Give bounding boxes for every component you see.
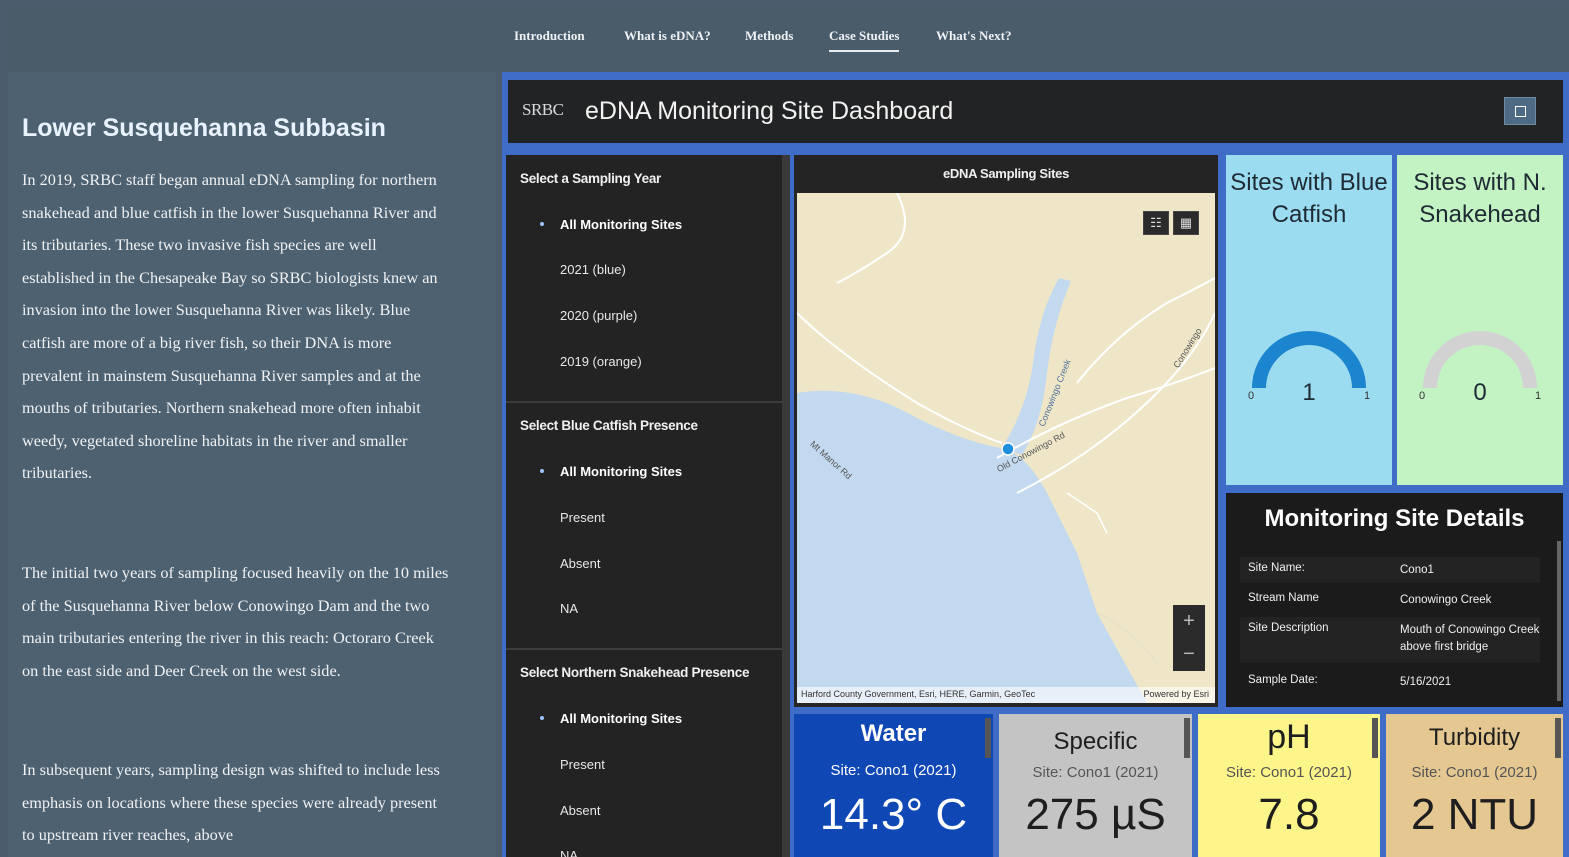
gauge-chart: 0 1 0 bbox=[1419, 331, 1541, 406]
story-paragraph-2: The initial two years of sampling focuse… bbox=[22, 563, 449, 680]
details-title: Monitoring Site Details bbox=[1264, 505, 1525, 532]
tile-value: 275 µS bbox=[1025, 790, 1166, 839]
selected-bullet-icon bbox=[540, 469, 544, 473]
site-details-panel: Monitoring Site Details Site Name: Cono1… bbox=[1226, 493, 1563, 707]
tile-site: Site: Cono1 (2021) bbox=[1032, 764, 1159, 781]
selected-bullet-icon bbox=[540, 222, 544, 226]
nav-methods[interactable]: Methods bbox=[745, 28, 793, 44]
expand-icon bbox=[1514, 105, 1526, 117]
ph-tile: pH Site: Cono1 (2021) 7.8 bbox=[1198, 714, 1380, 857]
detail-label: Site Name: bbox=[1248, 562, 1305, 574]
tile-site: Site: Cono1 (2021) bbox=[830, 762, 957, 779]
turbidity-tile: Turbidity Site: Cono1 (2021) 2 NTU bbox=[1386, 714, 1563, 857]
tile-title: Turbidity bbox=[1428, 724, 1521, 751]
tile-value: 14.3° C bbox=[819, 790, 968, 839]
nav-what-is-edna[interactable]: What is eDNA? bbox=[624, 28, 711, 44]
grid-icon: ▦ bbox=[1179, 215, 1193, 230]
attribution-text: Harford County Government, Esri, HERE, G… bbox=[801, 689, 1036, 699]
zoom-control: + − bbox=[1173, 605, 1205, 671]
detail-label: Sample Date: bbox=[1248, 674, 1318, 686]
dashboard-frame: SRBC eDNA Monitoring Site Dashboard Sele… bbox=[502, 72, 1569, 857]
story-heading: Lower Susquehanna Subbasin bbox=[22, 114, 386, 142]
filter-panel: Select a Sampling Year All Monitoring Si… bbox=[506, 155, 790, 857]
gauge-min-label: 0 bbox=[1248, 390, 1254, 402]
list-icon: ☷ bbox=[1150, 215, 1162, 230]
gauge-value: 0 bbox=[1473, 379, 1486, 406]
gauge-max-label: 1 bbox=[1364, 390, 1370, 402]
detail-row: Site Description Mouth of Conowingo Cree… bbox=[1240, 617, 1540, 663]
selected-bullet-icon bbox=[540, 716, 544, 720]
details-scrollbar[interactable] bbox=[1557, 541, 1561, 701]
legend-button[interactable]: ☷ bbox=[1143, 211, 1169, 235]
detail-row: Site Name: Cono1 bbox=[1240, 557, 1540, 583]
story-paragraph-3: In subsequent years, sampling design was… bbox=[22, 760, 440, 845]
detail-value: Mouth of Conowingo Creek above first bri… bbox=[1400, 624, 1540, 653]
top-navigation: Introduction What is eDNA? Methods Case … bbox=[8, 8, 1569, 72]
year-option-2020[interactable]: 2020 (purple) bbox=[560, 308, 637, 323]
powered-by[interactable]: Powered by Esri bbox=[1143, 689, 1209, 699]
snakehead-option-all[interactable]: All Monitoring Sites bbox=[560, 711, 682, 726]
detail-value: Conowingo Creek bbox=[1400, 594, 1492, 606]
fullscreen-button[interactable] bbox=[1504, 97, 1536, 125]
detail-label: Site Description bbox=[1248, 622, 1329, 634]
catfish-option-absent[interactable]: Absent bbox=[560, 556, 600, 571]
year-option-2021[interactable]: 2021 (blue) bbox=[560, 262, 626, 277]
nav-introduction[interactable]: Introduction bbox=[514, 28, 585, 44]
year-option-2019[interactable]: 2019 (orange) bbox=[560, 354, 642, 369]
tile-site: Site: Cono1 (2021) bbox=[1226, 764, 1352, 781]
detail-value: Cono1 bbox=[1400, 564, 1434, 576]
dashboard-title: eDNA Monitoring Site Dashboard bbox=[585, 97, 954, 125]
catfish-option-na[interactable]: NA bbox=[560, 601, 578, 616]
detail-row: Stream Name Conowingo Creek bbox=[1240, 587, 1540, 613]
catfish-filter-title: Select Blue Catfish Presence bbox=[520, 418, 698, 433]
nav-whats-next[interactable]: What's Next? bbox=[936, 28, 1011, 44]
tile-value: 2 NTU bbox=[1410, 790, 1539, 839]
year-filter-title: Select a Sampling Year bbox=[520, 171, 661, 186]
snakehead-option-present[interactable]: Present bbox=[560, 757, 605, 772]
detail-label: Stream Name bbox=[1248, 592, 1319, 604]
zoom-out-button[interactable]: − bbox=[1173, 638, 1205, 671]
nav-case-studies[interactable]: Case Studies bbox=[829, 28, 900, 52]
tile-value: 7.8 bbox=[1258, 790, 1320, 839]
story-pane: Lower Susquehanna Subbasin In 2019, SRBC… bbox=[8, 72, 496, 857]
detail-row: Sample Date: 5/16/2021 bbox=[1240, 669, 1540, 695]
tile-title: pH bbox=[1267, 718, 1311, 756]
filter-divider bbox=[506, 401, 782, 403]
filter-scrollbar[interactable] bbox=[782, 155, 790, 857]
specific-conductance-tile: Specific Site: Cono1 (2021) 275 µS bbox=[999, 714, 1192, 857]
filter-divider bbox=[506, 648, 782, 650]
basemap-button[interactable]: ▦ bbox=[1173, 211, 1199, 235]
story-paragraph-1: In 2019, SRBC staff began annual eDNA sa… bbox=[22, 170, 438, 483]
year-option-all[interactable]: All Monitoring Sites bbox=[560, 217, 682, 232]
catfish-option-all[interactable]: All Monitoring Sites bbox=[560, 464, 682, 479]
zoom-in-button[interactable]: + bbox=[1173, 605, 1205, 638]
detail-value: 5/16/2021 bbox=[1400, 676, 1452, 688]
map-view[interactable]: Conowingo Creek Old Conowingo Rd Conowin… bbox=[797, 193, 1215, 703]
snakehead-filter-title: Select Northern Snakehead Presence bbox=[520, 665, 750, 680]
gauge-value: 1 bbox=[1302, 379, 1315, 406]
snakehead-gauge: Sites with N. Snakehead 0 1 0 bbox=[1397, 155, 1563, 485]
dashboard-header: SRBC eDNA Monitoring Site Dashboard bbox=[508, 80, 1563, 143]
map-title: eDNA Sampling Sites bbox=[794, 155, 1218, 191]
srbc-logo: SRBC bbox=[522, 100, 564, 119]
blue-catfish-gauge: Sites with Blue Catfish 0 1 1 bbox=[1226, 155, 1392, 485]
tile-site: Site: Cono1 (2021) bbox=[1411, 764, 1538, 781]
tile-title: Specific bbox=[1053, 728, 1138, 755]
map-attribution: Harford County Government, Esri, HERE, G… bbox=[797, 687, 1215, 703]
gauge-chart: 0 1 1 bbox=[1248, 331, 1370, 406]
map-panel: eDNA Sampling Sites Conowingo Creek Old … bbox=[794, 155, 1218, 707]
snakehead-option-na[interactable]: NA bbox=[560, 848, 578, 857]
snakehead-option-absent[interactable]: Absent bbox=[560, 803, 600, 818]
site-point-icon[interactable] bbox=[1001, 442, 1015, 456]
gauge-min-label: 0 bbox=[1419, 390, 1425, 402]
gauge-max-label: 1 bbox=[1535, 390, 1541, 402]
water-temperature-tile: Water Site: Cono1 (2021) 14.3° C bbox=[794, 714, 993, 857]
catfish-option-present[interactable]: Present bbox=[560, 510, 605, 525]
basemap bbox=[797, 193, 1215, 703]
tile-title: Water bbox=[860, 720, 927, 747]
